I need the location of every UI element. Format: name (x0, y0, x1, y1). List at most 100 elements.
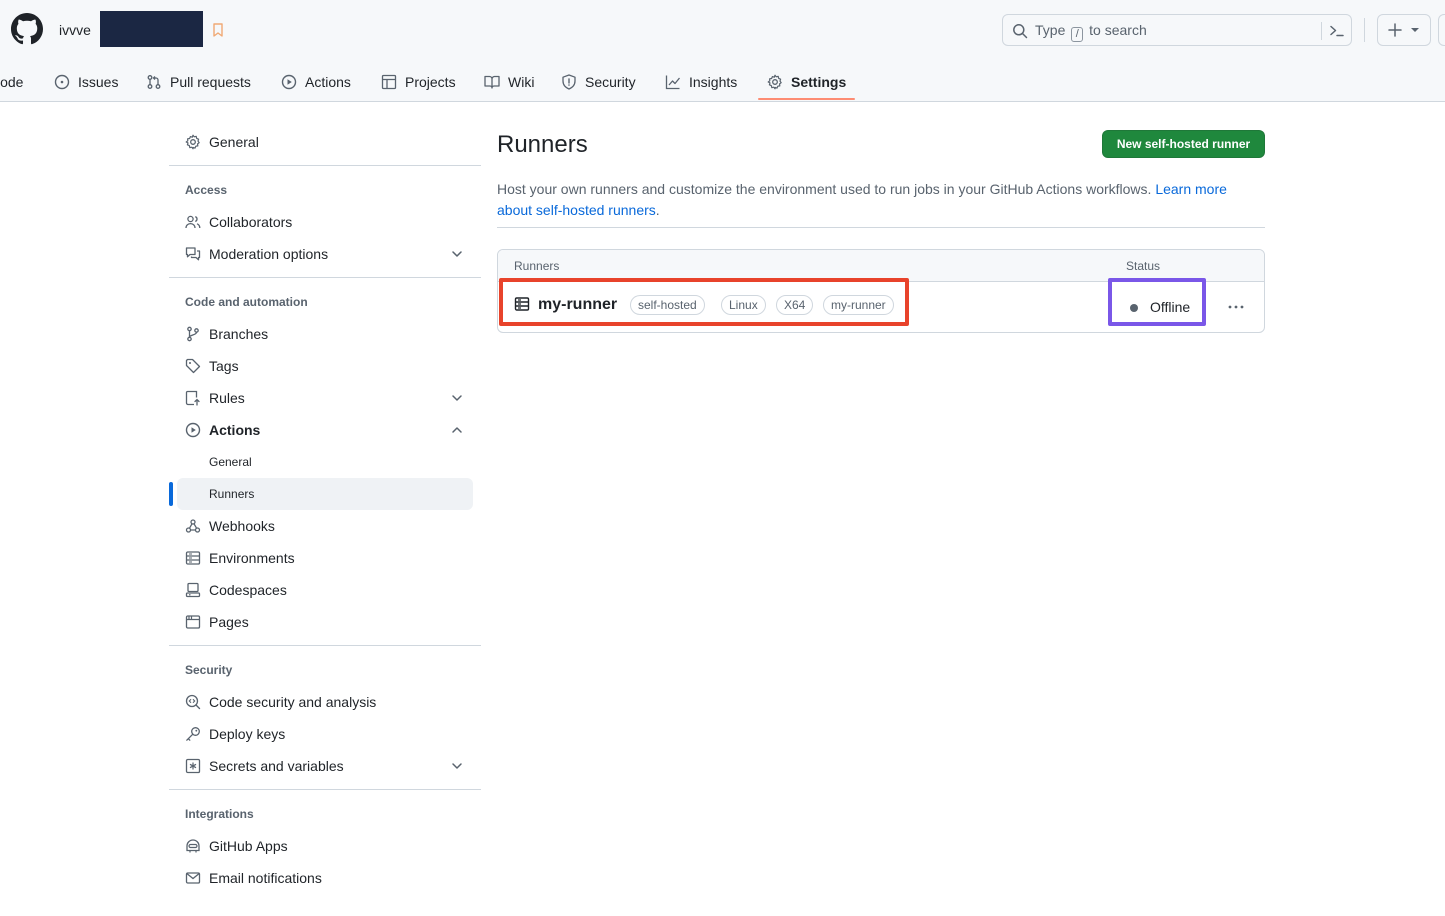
sidebar-item-collaborators[interactable]: Collaborators (169, 206, 473, 238)
sidebar-item-webhooks[interactable]: Webhooks (169, 510, 473, 542)
sidebar-item-branches[interactable]: Branches (169, 318, 473, 350)
tab-insights[interactable]: Insights (665, 62, 737, 102)
sidebar-item-deploy-keys[interactable]: Deploy keys (169, 718, 473, 750)
sidebar-item-rules[interactable]: Rules (169, 382, 473, 414)
sidebar-divider (169, 789, 481, 790)
tab-label: Security (585, 74, 636, 90)
sidebar-item-label: General (209, 455, 252, 469)
play-icon (281, 74, 297, 90)
tab-label: Projects (405, 74, 456, 90)
sidebar-divider (169, 277, 481, 278)
comment-discussion-icon (185, 246, 201, 262)
search-input[interactable]: Type / to search (1002, 14, 1352, 46)
github-logo-icon[interactable] (11, 13, 43, 45)
tab-security[interactable]: Security (561, 62, 636, 102)
sidebar-item-label: Moderation options (209, 246, 329, 262)
codespaces-icon (185, 582, 201, 598)
tab-label: Actions (305, 74, 351, 90)
key-asterisk-icon (185, 758, 201, 774)
sidebar-item-label: Deploy keys (209, 726, 286, 742)
command-palette-icon[interactable] (1329, 23, 1345, 39)
highlight-status-box (1108, 278, 1206, 326)
sidebar-heading-security: Security (185, 663, 233, 677)
redacted-repo-name (100, 11, 203, 47)
description-text: Host your own runners and customize the … (497, 181, 1152, 197)
sidebar-item-label: GitHub Apps (209, 838, 288, 854)
gear-icon (185, 134, 201, 150)
webhook-icon (185, 518, 201, 534)
browser-icon (185, 614, 201, 630)
sidebar-subitem-runners[interactable]: Runners (177, 478, 473, 510)
sidebar-divider (169, 645, 481, 646)
sidebar-item-secrets[interactable]: Secrets and variables (169, 750, 473, 782)
hubot-icon (185, 838, 201, 854)
tab-settings[interactable]: Settings (767, 62, 846, 102)
active-tab-indicator (758, 98, 855, 100)
server-icon (185, 550, 201, 566)
header-divider (1364, 18, 1365, 42)
sidebar-item-tags[interactable]: Tags (169, 350, 473, 382)
repo-push-icon (185, 390, 201, 406)
column-header-runners: Runners (514, 259, 560, 273)
sidebar-item-actions[interactable]: Actions (169, 414, 473, 446)
sidebar-item-moderation[interactable]: Moderation options (169, 238, 473, 270)
sidebar-item-label: Email notifications (209, 870, 322, 886)
sidebar-item-label: Code security and analysis (209, 694, 377, 710)
sidebar-item-email-notifications[interactable]: Email notifications (169, 862, 473, 894)
page-title: Runners (497, 131, 588, 158)
sidebar-item-label: Branches (209, 326, 269, 342)
sidebar-item-label: Actions (209, 422, 261, 438)
repo-owner-link[interactable]: ivvve (59, 20, 91, 40)
tab-label: Pull requests (170, 74, 251, 90)
sidebar-item-pages[interactable]: Pages (169, 606, 473, 638)
book-icon (484, 75, 500, 89)
chevron-down-icon (450, 391, 464, 405)
tab-actions[interactable]: Actions (281, 62, 351, 102)
gear-icon (767, 74, 782, 90)
tab-projects[interactable]: Projects (381, 62, 456, 102)
bookmark-icon[interactable] (211, 22, 225, 38)
sidebar-item-label: Pages (209, 614, 249, 630)
sidebar-item-label: Collaborators (209, 214, 293, 230)
play-icon (185, 422, 201, 438)
sidebar-item-codespaces[interactable]: Codespaces (169, 574, 473, 606)
caret-down-icon (1410, 26, 1420, 34)
sidebar-divider (169, 165, 481, 166)
tab-wiki[interactable]: Wiki (484, 62, 534, 102)
column-header-status: Status (1126, 259, 1161, 273)
table-icon (381, 74, 397, 90)
tab-pull-requests[interactable]: Pull requests (146, 62, 251, 102)
people-icon (185, 214, 201, 230)
sidebar-item-label: Webhooks (209, 518, 275, 534)
sidebar-heading-integrations: Integrations (185, 807, 254, 821)
tab-label: Issues (78, 74, 119, 90)
search-shortcut-key: / (1071, 27, 1084, 42)
sidebar-item-code-security[interactable]: Code security and analysis (169, 686, 473, 718)
selected-item-indicator (169, 482, 173, 506)
new-self-hosted-runner-button[interactable]: New self-hosted runner (1102, 130, 1265, 158)
sidebar-item-github-apps[interactable]: GitHub Apps (169, 830, 473, 862)
sidebar-subitem-actions-general[interactable]: General (169, 446, 473, 478)
graph-icon (665, 75, 681, 90)
sidebar-item-general[interactable]: General (169, 126, 473, 158)
tab-label: Insights (689, 74, 738, 90)
sidebar-item-label: Runners (209, 487, 255, 501)
create-new-button[interactable] (1377, 14, 1431, 46)
tab-issues[interactable]: Issues (54, 62, 118, 102)
tab-label: Settings (791, 74, 847, 90)
pull-request-icon (147, 75, 161, 89)
codescan-icon (185, 694, 201, 710)
sidebar-item-environments[interactable]: Environments (169, 542, 473, 574)
issues-button[interactable] (1438, 14, 1445, 46)
kebab-menu-icon[interactable] (1226, 297, 1246, 317)
search-icon (1012, 23, 1028, 39)
highlight-runner-name-box (499, 278, 909, 326)
tab-code[interactable]: Code (0, 62, 23, 102)
section-divider (497, 227, 1265, 228)
sidebar-item-label: Tags (209, 358, 239, 374)
tab-label: Wiki (508, 74, 535, 90)
sidebar-item-label: General (209, 134, 259, 150)
chevron-down-icon (450, 247, 464, 261)
issue-icon (54, 74, 70, 90)
repo-header: ivvve Type / to search Code Issues Pull … (0, 0, 1445, 102)
